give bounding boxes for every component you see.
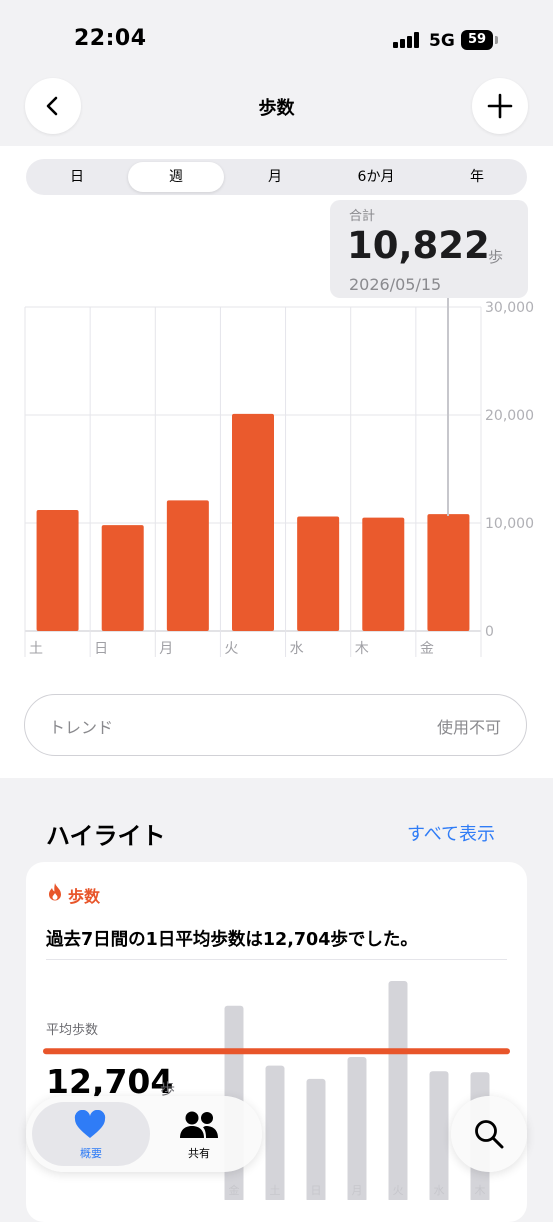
highlight-text: 過去7日間の1日平均歩数は12,704歩でした。: [46, 930, 418, 950]
x-tick-label: 木: [355, 641, 369, 657]
mini-bar: [429, 1071, 449, 1200]
tooltip-date: 2026/05/15: [349, 275, 442, 294]
tooltip-unit: 歩: [488, 248, 504, 266]
highlight-category: 歩数: [68, 887, 101, 906]
bar: [297, 516, 340, 631]
mini-x-label: 火: [393, 1184, 404, 1197]
battery-tip: [495, 36, 498, 44]
search-button[interactable]: [451, 1096, 527, 1172]
signal-icon: [393, 32, 421, 48]
segment-year[interactable]: 年: [429, 162, 525, 192]
segment-month[interactable]: 月: [227, 162, 323, 192]
y-tick-label: 0: [485, 624, 494, 640]
x-tick-label: 火: [224, 641, 238, 657]
selection-indicator-line: [447, 298, 449, 516]
tab-summary-label: 概要: [80, 1147, 102, 1160]
bar: [101, 525, 144, 631]
x-tick-label: 金: [420, 641, 434, 657]
mini-x-label: 日: [311, 1184, 322, 1197]
mini-x-label: 土: [270, 1184, 281, 1197]
bar: [427, 514, 470, 631]
status-time: 22:04: [74, 26, 147, 51]
show-all-link[interactable]: すべて表示: [407, 820, 495, 846]
mini-bar: [388, 981, 408, 1200]
mini-bar: [265, 1065, 285, 1200]
segment-day[interactable]: 日: [29, 162, 125, 192]
y-tick-label: 10,000: [485, 516, 534, 532]
network-label: 5G: [429, 31, 455, 51]
bar: [232, 413, 274, 631]
x-tick-label: 土: [29, 641, 43, 657]
battery-icon: 59: [461, 30, 493, 50]
mini-x-label: 金: [229, 1183, 240, 1197]
battery-level: 59: [467, 32, 487, 47]
divider: [46, 959, 507, 960]
bar: [362, 517, 405, 631]
bar: [36, 510, 79, 631]
segment-week[interactable]: 週: [128, 162, 224, 192]
trend-value: 使用不可: [437, 718, 502, 737]
y-tick-label: 20,000: [485, 408, 534, 424]
y-tick-label: 30,000: [485, 300, 534, 316]
flame-icon: [49, 883, 61, 901]
x-tick-label: 水: [290, 641, 304, 657]
plus-icon: [487, 93, 513, 119]
tooltip-label: 合計: [349, 209, 376, 224]
mini-bar: [306, 1078, 326, 1200]
average-label: 平均歩数: [46, 1023, 99, 1038]
mini-bar: [347, 1057, 367, 1200]
add-button[interactable]: [472, 78, 528, 134]
bar: [166, 500, 209, 631]
segment-6months[interactable]: 6か月: [326, 162, 426, 192]
mini-x-label: 月: [352, 1184, 363, 1197]
x-tick-label: 日: [94, 641, 108, 657]
mini-x-label: 水: [434, 1184, 445, 1197]
page-title: 歩数: [258, 98, 295, 119]
tab-sharing-label: 共有: [188, 1147, 210, 1160]
search-icon: [475, 1120, 504, 1149]
highlights-title: ハイライト: [46, 822, 166, 850]
steps-bar-chart[interactable]: 0 10,000 20,000 30,000 土 日 月 火 水 木 金: [0, 296, 553, 666]
people-icon: [180, 1111, 218, 1138]
tooltip-value: 10,822: [347, 224, 490, 267]
heart-icon: [74, 1110, 106, 1138]
period-segmented-control: 日 週 月 6か月 年: [26, 159, 527, 195]
trend-label: トレンド: [49, 718, 114, 737]
x-tick-label: 月: [159, 641, 173, 657]
mini-x-label: 木: [475, 1184, 486, 1197]
